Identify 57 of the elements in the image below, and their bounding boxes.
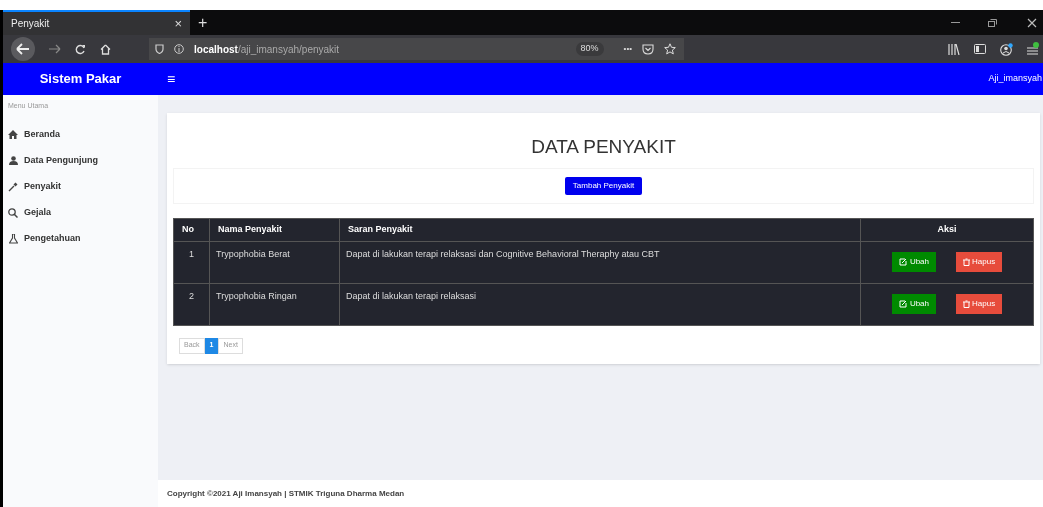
dropper-icon — [8, 181, 18, 192]
sidebar-item[interactable]: Data Pengunjung — [8, 147, 158, 174]
home-icon[interactable] — [100, 43, 111, 55]
library-icon[interactable] — [948, 43, 960, 55]
delete-button[interactable]: Hapus — [956, 252, 1003, 272]
sidebar-item[interactable]: Pengetahuan — [8, 225, 158, 252]
brand-title[interactable]: Sistem Pakar — [39, 69, 122, 89]
reload-icon[interactable] — [75, 43, 86, 55]
sidebar-item[interactable]: Beranda — [8, 121, 158, 148]
flask-icon — [8, 233, 18, 244]
account-icon[interactable] — [1000, 42, 1013, 56]
close-icon[interactable] — [1027, 17, 1037, 28]
zoom-icon — [8, 207, 18, 218]
footer-text: Copyright ©2021 Aji Imansyah | STMIK Triguna Dharma Medan — [167, 487, 405, 500]
column-header: Aksi — [860, 218, 1034, 241]
edit-button[interactable]: Ubah — [891, 294, 936, 314]
delete-button[interactable]: Hapus — [956, 294, 1003, 314]
add-button[interactable]: Tambah Penyakit — [564, 176, 643, 195]
star-icon[interactable] — [664, 43, 676, 55]
column-header: No — [173, 218, 210, 241]
user-name[interactable]: Aji_imansyah — [988, 72, 1042, 86]
pocket-icon[interactable] — [642, 43, 654, 55]
info-icon — [174, 44, 184, 54]
tab-close-button[interactable]: × — [174, 13, 182, 34]
table-cell: Dapat di lakukan terapi relaksasi dan Cognitive Behavioral Theraphy atau CBT — [339, 241, 861, 283]
more-button[interactable]: ••• — [623, 43, 632, 55]
trash-icon — [963, 258, 970, 266]
home-icon — [8, 130, 18, 139]
edit-icon — [898, 300, 907, 308]
column-header: Nama Penyakit — [209, 218, 340, 241]
trash-icon — [963, 300, 970, 308]
table-cell: 1 — [173, 241, 210, 283]
forward-icon[interactable] — [49, 44, 61, 54]
table-cell: Trypophobia Berat — [209, 241, 340, 283]
back-icon[interactable] — [11, 37, 35, 61]
tab-title: Penyakit — [11, 17, 50, 31]
sidebar-item[interactable]: Gejala — [8, 199, 158, 226]
restore-icon[interactable] — [988, 18, 997, 27]
column-header: Saran Penyakit — [339, 218, 861, 241]
table-cell: Dapat di lakukan terapi relaksasi — [339, 283, 861, 325]
sidebar-icon[interactable] — [974, 44, 986, 54]
sidebar-item[interactable]: Penyakit — [8, 173, 158, 200]
new-tab-button[interactable]: + — [190, 10, 216, 35]
edit-button[interactable]: Ubah — [891, 252, 936, 272]
browser-tab[interactable]: Penyakit × — [3, 10, 190, 35]
menu-icon[interactable] — [1027, 42, 1039, 56]
table-cell: 2 — [173, 283, 210, 325]
zoom-level-badge[interactable]: 80% — [575, 42, 604, 56]
address-bar[interactable]: localhost/aji_imansyah/penyakit 80% ••• — [149, 38, 684, 60]
menu-toggle-button[interactable]: ≡ — [167, 68, 176, 90]
url-text: localhost/aji_imansyah/penyakit — [194, 42, 340, 57]
page-title: DATA PENYAKIT — [531, 135, 676, 159]
edit-icon — [898, 258, 907, 266]
shield-icon — [155, 44, 164, 54]
table-cell: Trypophobia Ringan — [209, 283, 340, 325]
minimize-icon[interactable] — [951, 21, 960, 24]
user-icon — [8, 156, 18, 165]
